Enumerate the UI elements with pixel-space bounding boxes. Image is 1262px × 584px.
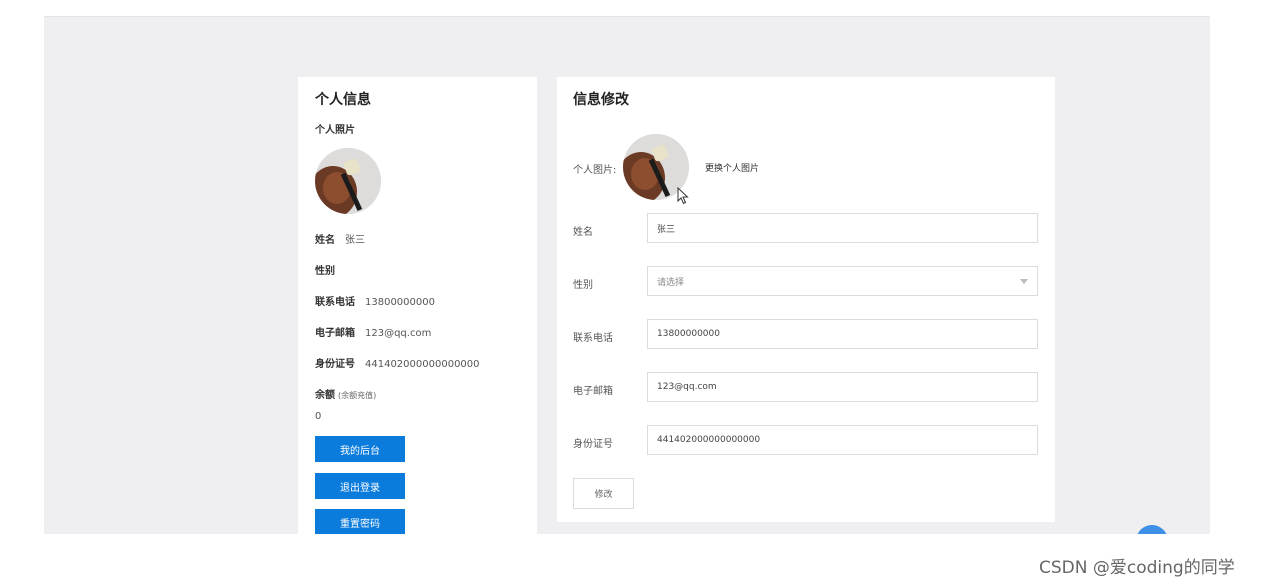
- change-photo-link[interactable]: 更换个人图片: [705, 161, 759, 174]
- phone-input[interactable]: 13800000000: [647, 319, 1038, 349]
- profile-title: 个人信息: [315, 92, 371, 108]
- id-label: 身份证号: [315, 359, 355, 370]
- edit-title: 信息修改: [573, 92, 629, 108]
- phone-value: 13800000000: [365, 297, 435, 308]
- mouse-pointer-icon: [677, 187, 689, 205]
- name-value: 张三: [345, 235, 365, 246]
- avatar-photo-icon: [315, 148, 381, 214]
- edit-card: 信息修改 个人图片: 更换个人图片 姓名 张三 性别 请选择 联系电话 1380…: [557, 77, 1055, 522]
- id-number-input[interactable]: 441402000000000000: [647, 425, 1038, 455]
- profile-photo-label: 个人照片: [315, 125, 355, 136]
- balance-label: 余额: [315, 390, 335, 401]
- profile-name-row: 姓名 张三: [315, 231, 365, 246]
- gender-label: 性别: [315, 266, 335, 277]
- edit-name-label: 姓名: [573, 227, 593, 238]
- balance-value: 0: [315, 411, 322, 422]
- profile-id-row: 身份证号 441402000000000000: [315, 355, 480, 370]
- edit-email-label: 电子邮箱: [573, 386, 613, 397]
- my-dashboard-button[interactable]: 我的后台: [315, 436, 405, 462]
- profile-balance-row: 余额 (余额充值): [315, 386, 376, 401]
- balance-recharge-note: (余额充值): [338, 391, 377, 400]
- name-label: 姓名: [315, 235, 335, 246]
- page-content: 个人信息 个人照片 姓名 张三 性别 联系电话 13800000000 电子邮箱 12…: [44, 16, 1210, 534]
- edit-photo-label: 个人图片:: [573, 165, 617, 176]
- submit-edit-button[interactable]: 修改: [573, 478, 634, 509]
- profile-email-row: 电子邮箱 123@qq.com: [315, 324, 431, 339]
- profile-phone-row: 联系电话 13800000000: [315, 293, 435, 308]
- logout-button[interactable]: 退出登录: [315, 473, 405, 499]
- gender-select-placeholder: 请选择: [657, 277, 685, 288]
- name-input-value: 张三: [657, 224, 676, 235]
- edit-id-label: 身份证号: [573, 439, 613, 450]
- id-value: 441402000000000000: [365, 359, 480, 370]
- edit-phone-label: 联系电话: [573, 333, 613, 344]
- edit-gender-label: 性别: [573, 280, 593, 291]
- email-value: 123@qq.com: [365, 328, 432, 339]
- name-input[interactable]: 张三: [647, 213, 1038, 243]
- id-input-value: 441402000000000000: [657, 435, 761, 445]
- email-input-value: 123@qq.com: [657, 382, 717, 392]
- chevron-down-icon: [1020, 279, 1028, 284]
- floating-action-button[interactable]: [1136, 525, 1168, 534]
- phone-label: 联系电话: [315, 297, 355, 308]
- profile-avatar: [315, 148, 381, 214]
- profile-gender-row: 性别: [315, 262, 345, 277]
- phone-input-value: 13800000000: [657, 329, 720, 339]
- watermark: CSDN @爱coding的同学: [1039, 558, 1235, 578]
- gender-select[interactable]: 请选择: [647, 266, 1038, 296]
- email-input[interactable]: 123@qq.com: [647, 372, 1038, 402]
- profile-card: 个人信息 个人照片 姓名 张三 性别 联系电话 13800000000 电子邮箱 12…: [298, 77, 537, 534]
- reset-password-button[interactable]: 重置密码: [315, 509, 405, 534]
- email-label: 电子邮箱: [315, 328, 355, 339]
